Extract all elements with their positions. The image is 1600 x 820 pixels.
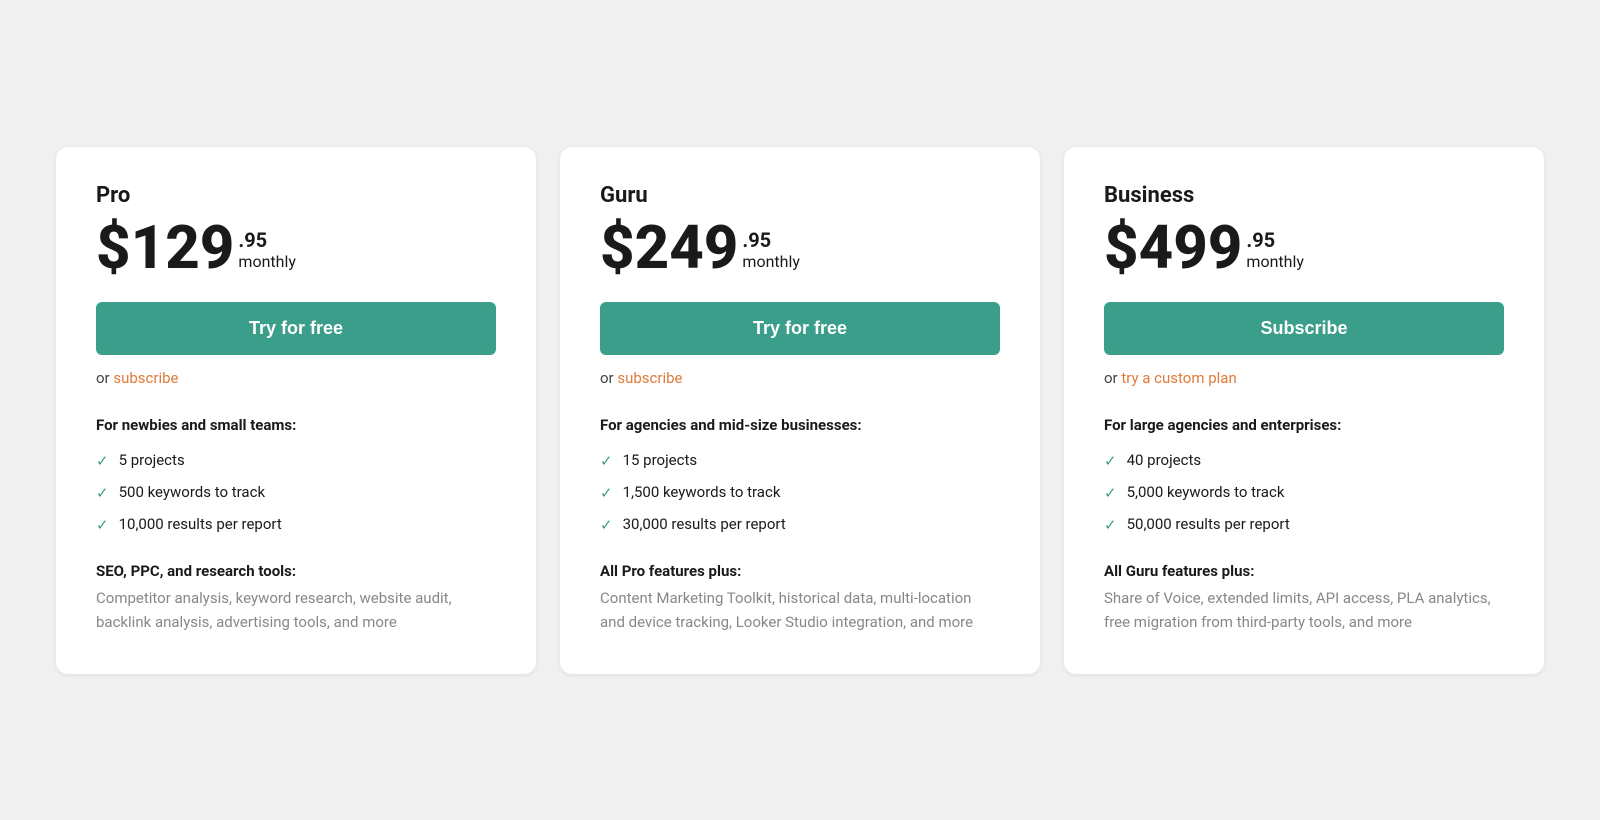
extras-title-business: All Guru features plus:: [1104, 562, 1504, 580]
cta-button-pro[interactable]: Try for free: [96, 302, 496, 355]
feature-item: ✓ 5 projects: [96, 450, 496, 472]
extras-desc-pro: Competitor analysis, keyword research, w…: [96, 586, 496, 634]
feature-text: 50,000 results per report: [1127, 514, 1290, 535]
price-cents-pro: .95: [238, 228, 296, 252]
feature-text: 40 projects: [1127, 450, 1202, 471]
check-icon: ✓: [1104, 515, 1117, 536]
price-cents-block-guru: .95 monthly: [742, 228, 800, 271]
plan-name-pro: Pro: [96, 183, 496, 208]
feature-item: ✓ 30,000 results per report: [600, 514, 1000, 536]
or-link-guru[interactable]: subscribe: [617, 369, 682, 387]
price-cents-block-business: .95 monthly: [1246, 228, 1304, 271]
cta-button-business[interactable]: Subscribe: [1104, 302, 1504, 355]
feature-item: ✓ 40 projects: [1104, 450, 1504, 472]
feature-item: ✓ 50,000 results per report: [1104, 514, 1504, 536]
target-label-pro: For newbies and small teams:: [96, 415, 496, 436]
price-cents-business: .95: [1246, 228, 1304, 252]
price-cents-block-pro: .95 monthly: [238, 228, 296, 271]
check-icon: ✓: [1104, 483, 1117, 504]
check-icon: ✓: [600, 451, 613, 472]
feature-list-guru: ✓ 15 projects ✓ 1,500 keywords to track …: [600, 450, 1000, 536]
cta-button-guru[interactable]: Try for free: [600, 302, 1000, 355]
or-text-pro: or: [96, 369, 113, 387]
price-main-business: $499: [1104, 218, 1242, 278]
price-row-guru: $249 .95 monthly: [600, 218, 1000, 278]
extras-title-guru: All Pro features plus:: [600, 562, 1000, 580]
feature-text: 5,000 keywords to track: [1127, 482, 1285, 503]
feature-item: ✓ 1,500 keywords to track: [600, 482, 1000, 504]
pricing-card-guru: Guru $249 .95 monthly Try for free or su…: [560, 147, 1040, 674]
feature-list-business: ✓ 40 projects ✓ 5,000 keywords to track …: [1104, 450, 1504, 536]
or-text-business: or: [1104, 369, 1121, 387]
price-period-business: monthly: [1246, 252, 1304, 271]
check-icon: ✓: [600, 515, 613, 536]
feature-item: ✓ 10,000 results per report: [96, 514, 496, 536]
pricing-card-pro: Pro $129 .95 monthly Try for free or sub…: [56, 147, 536, 674]
feature-text: 5 projects: [119, 450, 185, 471]
pricing-container: Pro $129 .95 monthly Try for free or sub…: [30, 147, 1570, 674]
feature-text: 15 projects: [623, 450, 698, 471]
price-cents-guru: .95: [742, 228, 800, 252]
check-icon: ✓: [1104, 451, 1117, 472]
or-text-guru: or: [600, 369, 617, 387]
feature-text: 10,000 results per report: [119, 514, 282, 535]
feature-text: 500 keywords to track: [119, 482, 265, 503]
pricing-card-business: Business $499 .95 monthly Subscribe or t…: [1064, 147, 1544, 674]
feature-item: ✓ 5,000 keywords to track: [1104, 482, 1504, 504]
extras-title-pro: SEO, PPC, and research tools:: [96, 562, 496, 580]
price-row-pro: $129 .95 monthly: [96, 218, 496, 278]
check-icon: ✓: [96, 483, 109, 504]
or-link-row-business: or try a custom plan: [1104, 369, 1504, 387]
feature-text: 30,000 results per report: [623, 514, 786, 535]
price-main-guru: $249: [600, 218, 738, 278]
target-label-guru: For agencies and mid-size businesses:: [600, 415, 1000, 436]
or-link-row-pro: or subscribe: [96, 369, 496, 387]
check-icon: ✓: [96, 515, 109, 536]
or-link-pro[interactable]: subscribe: [113, 369, 178, 387]
feature-item: ✓ 500 keywords to track: [96, 482, 496, 504]
feature-text: 1,500 keywords to track: [623, 482, 781, 503]
or-link-business[interactable]: try a custom plan: [1121, 369, 1236, 387]
extras-desc-guru: Content Marketing Toolkit, historical da…: [600, 586, 1000, 634]
feature-item: ✓ 15 projects: [600, 450, 1000, 472]
price-main-pro: $129: [96, 218, 234, 278]
plan-name-business: Business: [1104, 183, 1504, 208]
plan-name-guru: Guru: [600, 183, 1000, 208]
feature-list-pro: ✓ 5 projects ✓ 500 keywords to track ✓ 1…: [96, 450, 496, 536]
target-label-business: For large agencies and enterprises:: [1104, 415, 1504, 436]
price-row-business: $499 .95 monthly: [1104, 218, 1504, 278]
check-icon: ✓: [96, 451, 109, 472]
check-icon: ✓: [600, 483, 613, 504]
or-link-row-guru: or subscribe: [600, 369, 1000, 387]
extras-desc-business: Share of Voice, extended limits, API acc…: [1104, 586, 1504, 634]
price-period-guru: monthly: [742, 252, 800, 271]
price-period-pro: monthly: [238, 252, 296, 271]
